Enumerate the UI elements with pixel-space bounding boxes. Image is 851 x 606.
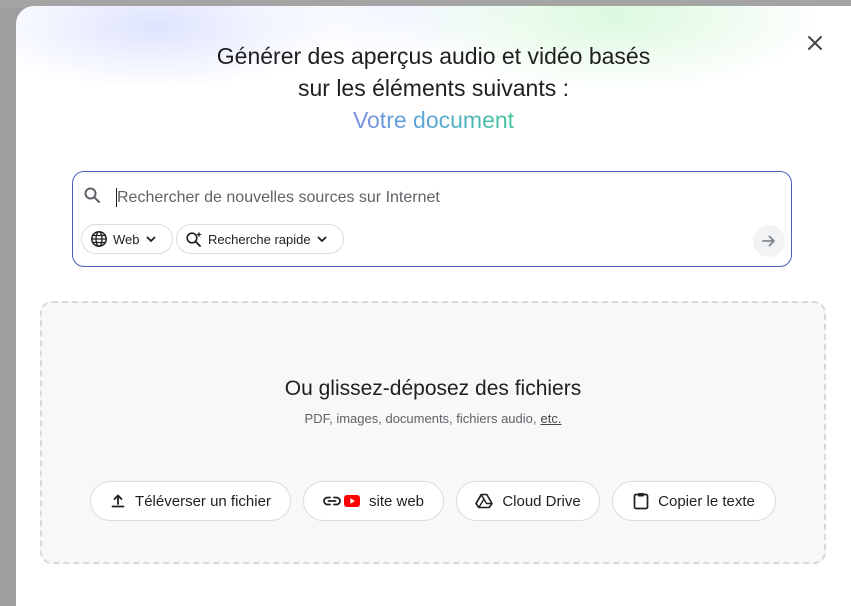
chevron-down-icon xyxy=(145,233,157,245)
search-mode-dropdown[interactable]: Recherche rapide xyxy=(176,224,344,254)
search-mode-label: Recherche rapide xyxy=(208,231,311,247)
cloud-drive-label: Cloud Drive xyxy=(502,492,581,510)
dropzone-subtitle: PDF, images, documents, fichiers audio, e… xyxy=(42,411,824,426)
dialog-title: Générer des aperçus audio et vidéo basés… xyxy=(16,40,851,136)
website-source-label: site web xyxy=(368,492,425,510)
title-line-1: Générer des aperçus audio et vidéo basés xyxy=(216,43,651,69)
submit-search-button[interactable] xyxy=(753,225,785,257)
chevron-down-icon xyxy=(316,233,328,245)
title-line-2: sur les éléments suivants : xyxy=(297,75,569,101)
search-input[interactable] xyxy=(115,184,739,212)
clipboard-icon xyxy=(633,492,649,510)
upload-file-button[interactable]: Téléverser un fichier xyxy=(90,481,291,521)
dropzone-title: Ou glissez-déposez des fichiers xyxy=(284,377,582,400)
arrow-right-icon xyxy=(762,235,775,247)
website-source-button[interactable]: site web xyxy=(303,481,444,521)
add-sources-dialog: Générer des aperçus audio et vidéo basés… xyxy=(16,6,851,606)
etc-link[interactable]: etc. xyxy=(540,411,561,426)
title-accent: Votre document xyxy=(353,104,514,136)
file-dropzone[interactable]: Ou glissez-déposez des fichiers PDF, ima… xyxy=(40,301,826,564)
youtube-icon xyxy=(343,495,360,507)
drive-icon xyxy=(475,493,494,509)
sparkle-search-icon xyxy=(185,230,203,248)
paste-text-button[interactable]: Copier le texte xyxy=(612,481,776,521)
web-search-box: Web Recherche rapide xyxy=(72,171,792,267)
source-type-dropdown[interactable]: Web xyxy=(81,224,173,254)
source-type-label: Web xyxy=(113,231,140,247)
search-icon xyxy=(83,186,101,204)
upload-file-label: Téléverser un fichier xyxy=(135,492,271,510)
globe-icon xyxy=(90,230,108,248)
link-icon xyxy=(323,495,341,507)
upload-icon xyxy=(110,493,126,509)
paste-text-label: Copier le texte xyxy=(658,492,755,510)
text-caret xyxy=(116,188,117,207)
supported-formats-text: PDF, images, documents, fichiers audio, xyxy=(304,411,537,426)
cloud-drive-button[interactable]: Cloud Drive xyxy=(456,481,600,521)
